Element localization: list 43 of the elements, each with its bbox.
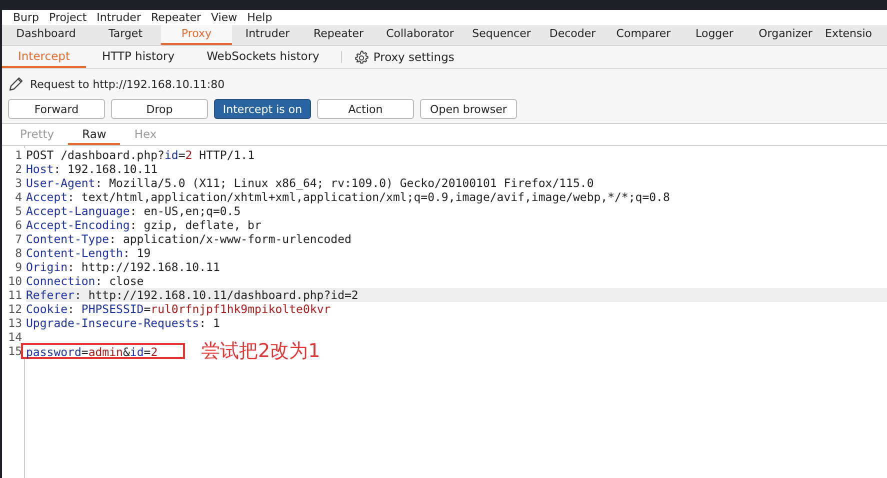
code-line: Content-Length: 19 (26, 246, 151, 260)
code-line: Connection: close (26, 274, 144, 288)
code-line: Accept-Language: en-US,en;q=0.5 (26, 204, 241, 218)
code-line: Host: 192.168.10.11 (26, 162, 158, 176)
proxy-settings-button[interactable]: Proxy settings (354, 50, 454, 64)
pencil-icon (8, 76, 24, 92)
main-tab[interactable]: Comparer (608, 25, 679, 45)
code-line: Cookie: PHPSESSID=rul0rfnjpf1hk9mpikolte0kvr (26, 302, 331, 316)
code-line: password=admin&id=2 (26, 345, 158, 359)
main-tab[interactable]: Organizer (750, 25, 821, 45)
request-target: Request to http://192.168.10.11:80 (30, 78, 225, 90)
toolbar-button[interactable]: Open browser (420, 99, 517, 119)
main-tab[interactable]: Target (90, 25, 161, 45)
code-line: User-Agent: Mozilla/5.0 (X11; Linux x86_64; rv:109.0) Gecko/20100101 Firefox/115.0 (26, 176, 594, 190)
menu-item[interactable]: Repeater (148, 11, 208, 24)
menu-item[interactable]: Help (244, 11, 280, 24)
menu-item[interactable]: View (208, 11, 244, 24)
menu-item[interactable]: Burp (10, 11, 46, 24)
main-tab[interactable]: Extensio (821, 25, 876, 45)
code-line: Referer: http://192.168.10.11/dashboard.php?id=2 (26, 288, 358, 302)
main-tab[interactable]: Intruder (232, 25, 303, 45)
code-line: Accept-Encoding: gzip, deflate, br (26, 218, 262, 232)
main-tab[interactable]: Logger (679, 25, 750, 45)
sub-tab[interactable]: WebSockets history (190, 46, 336, 68)
main-tab[interactable]: Collaborator (374, 25, 466, 45)
menu-item[interactable]: Intruder (94, 11, 148, 24)
code-line: Content-Type: application/x-www-form-urlencoded (26, 232, 352, 246)
toolbar-button[interactable]: Forward (8, 99, 105, 119)
menu-item[interactable]: Project (46, 11, 94, 24)
toolbar-button[interactable]: Action (317, 99, 414, 119)
code-line: Accept: text/html,application/xhtml+xml,application/xml;q=0.9,image/avif,image/webp,*/*;q=0.8 (26, 190, 670, 204)
code-line: POST /dashboard.php?id=2 HTTP/1.1 (26, 148, 255, 162)
sub-tab[interactable]: HTTP history (86, 46, 191, 68)
code-line: Origin: http://192.168.10.11 (26, 260, 220, 274)
code-line: Upgrade-Insecure-Requests: 1 (26, 316, 220, 330)
main-tab[interactable]: Sequencer (466, 25, 537, 45)
main-tab[interactable]: Repeater (303, 25, 374, 45)
settings-icon (354, 50, 370, 64)
main-tab[interactable]: Decoder (537, 25, 608, 45)
toolbar-button[interactable]: Drop (111, 99, 208, 119)
line-number: 11 (2, 288, 26, 302)
toolbar-button[interactable]: Intercept is on (214, 99, 311, 119)
main-tab[interactable]: Dashboard (2, 25, 90, 45)
